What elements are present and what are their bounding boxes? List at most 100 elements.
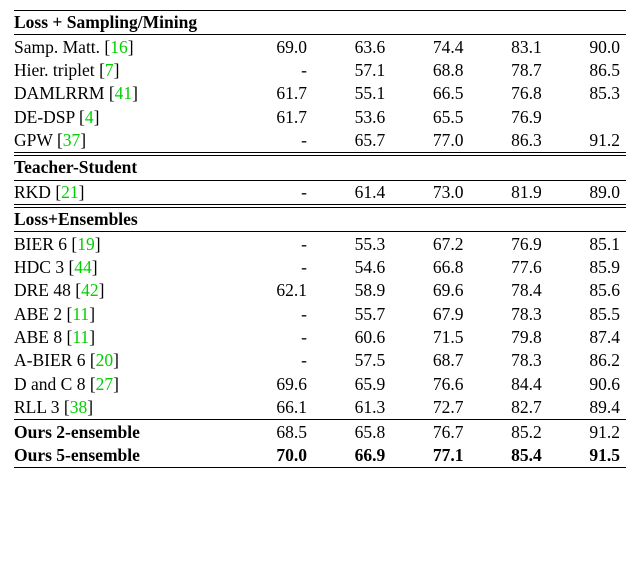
value-cell: 77.1 [391,444,469,468]
value-cell: 81.9 [469,180,547,204]
value-cell: 76.6 [391,373,469,396]
value-cell: 65.9 [313,373,391,396]
method-cell: GPW [37] [14,129,235,153]
value-cell: 57.5 [313,349,391,372]
method-name: DRE 48 [14,280,75,300]
method-name: BIER 6 [14,234,71,254]
value-cell: 61.3 [313,396,391,420]
cite-num: 11 [72,327,89,347]
table-row: Hier. triplet [7] - 57.1 68.8 78.7 86.5 [14,59,626,82]
value-cell: 79.8 [469,326,547,349]
table-row: HDC 3 [44] - 54.6 66.8 77.6 85.9 [14,256,626,279]
method-cell: D and C 8 [27] [14,373,235,396]
value-cell: 54.6 [313,256,391,279]
table-row: BIER 6 [19] - 55.3 67.2 76.9 85.1 [14,232,626,256]
value-cell: 76.9 [469,232,547,256]
method-cell: ABE 8 [11] [14,326,235,349]
method-cell: DRE 48 [42] [14,279,235,302]
value-cell: 85.9 [548,256,626,279]
value-cell: 85.4 [469,444,547,468]
cite-num: 27 [96,374,114,394]
table-row: DRE 48 [42] 62.1 58.9 69.6 78.4 85.6 [14,279,626,302]
value-cell: 83.1 [469,35,547,59]
cite-num: 20 [96,350,114,370]
value-cell: 74.4 [391,35,469,59]
value-cell [548,106,626,129]
value-cell: 78.7 [469,59,547,82]
method-name: HDC 3 [14,257,68,277]
value-cell: 66.5 [391,82,469,105]
value-cell: 86.5 [548,59,626,82]
method-name: ABE 2 [14,304,67,324]
method-name: GPW [14,130,57,150]
value-cell: 85.6 [548,279,626,302]
value-cell: - [235,349,313,372]
method-cell: HDC 3 [44] [14,256,235,279]
value-cell: 61.7 [235,106,313,129]
value-cell: 72.7 [391,396,469,420]
value-cell: 65.7 [313,129,391,153]
value-cell: 89.4 [548,396,626,420]
method-cell: Ours 2-ensemble [14,420,235,444]
method-name: Hier. triplet [14,60,99,80]
value-cell: 84.4 [469,373,547,396]
table-row: Ours 2-ensemble 68.5 65.8 76.7 85.2 91.2 [14,420,626,444]
value-cell: 57.1 [313,59,391,82]
value-cell: 55.1 [313,82,391,105]
value-cell: 63.6 [313,35,391,59]
value-cell: 69.0 [235,35,313,59]
value-cell: 58.9 [313,279,391,302]
method-name: Ours 5-ensemble [14,445,140,465]
method-name: D and C 8 [14,374,90,394]
value-cell: 90.6 [548,373,626,396]
method-name: Ours 2-ensemble [14,422,140,442]
value-cell: 91.5 [548,444,626,468]
cite-num: 16 [110,37,128,57]
cite-num: 7 [105,60,114,80]
value-cell: 91.2 [548,129,626,153]
value-cell: 87.4 [548,326,626,349]
section-header-row: Loss+Ensembles [14,208,626,232]
method-name: Samp. Matt. [14,37,104,57]
value-cell: 76.8 [469,82,547,105]
value-cell: 85.1 [548,232,626,256]
method-cell: Ours 5-ensemble [14,444,235,468]
method-cell: DE-DSP [4] [14,106,235,129]
value-cell: 71.5 [391,326,469,349]
value-cell: 69.6 [235,373,313,396]
section-title: Loss+Ensembles [14,208,626,232]
value-cell: 60.6 [313,326,391,349]
value-cell: 73.0 [391,180,469,204]
value-cell: 77.0 [391,129,469,153]
value-cell: 86.2 [548,349,626,372]
method-cell: DAMLRRM [41] [14,82,235,105]
value-cell: 76.9 [469,106,547,129]
value-cell: 65.5 [391,106,469,129]
value-cell: 67.2 [391,232,469,256]
table-row: ABE 8 [11] - 60.6 71.5 79.8 87.4 [14,326,626,349]
value-cell: 82.7 [469,396,547,420]
method-cell: BIER 6 [19] [14,232,235,256]
value-cell: - [235,129,313,153]
value-cell: 70.0 [235,444,313,468]
cite-close: ] [128,37,134,57]
cite-num: 11 [72,304,89,324]
table-row: ABE 2 [11] - 55.7 67.9 78.3 85.5 [14,303,626,326]
table-row: GPW [37] - 65.7 77.0 86.3 91.2 [14,129,626,153]
cite-num: 41 [115,83,133,103]
section-header-row: Loss + Sampling/Mining [14,11,626,35]
method-cell: Hier. triplet [7] [14,59,235,82]
value-cell: 55.7 [313,303,391,326]
value-cell: 67.9 [391,303,469,326]
value-cell: 65.8 [313,420,391,444]
results-table: Loss + Sampling/Mining Samp. Matt. [16] … [14,10,626,468]
value-cell: 66.1 [235,396,313,420]
value-cell: 86.3 [469,129,547,153]
value-cell: 78.4 [469,279,547,302]
method-cell: RKD [21] [14,180,235,204]
value-cell: 61.7 [235,82,313,105]
cite-num: 44 [74,257,92,277]
table-row: DAMLRRM [41] 61.7 55.1 66.5 76.8 85.3 [14,82,626,105]
value-cell: 68.5 [235,420,313,444]
value-cell: - [235,232,313,256]
